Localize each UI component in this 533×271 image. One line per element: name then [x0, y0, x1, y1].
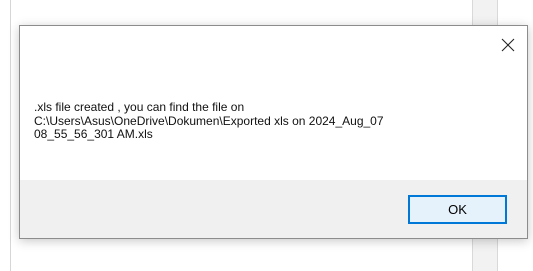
message-dialog: .xls file created , you can find the fil…	[19, 25, 528, 239]
close-button[interactable]	[495, 32, 521, 58]
close-icon	[501, 38, 515, 52]
background-window-top	[10, 0, 472, 26]
background-window-edge	[10, 0, 11, 271]
dialog-footer: OK	[20, 180, 527, 238]
desktop-area: .xls file created , you can find the fil…	[0, 0, 533, 271]
dialog-message: .xls file created , you can find the fil…	[34, 100, 384, 141]
ok-button[interactable]: OK	[408, 195, 507, 224]
